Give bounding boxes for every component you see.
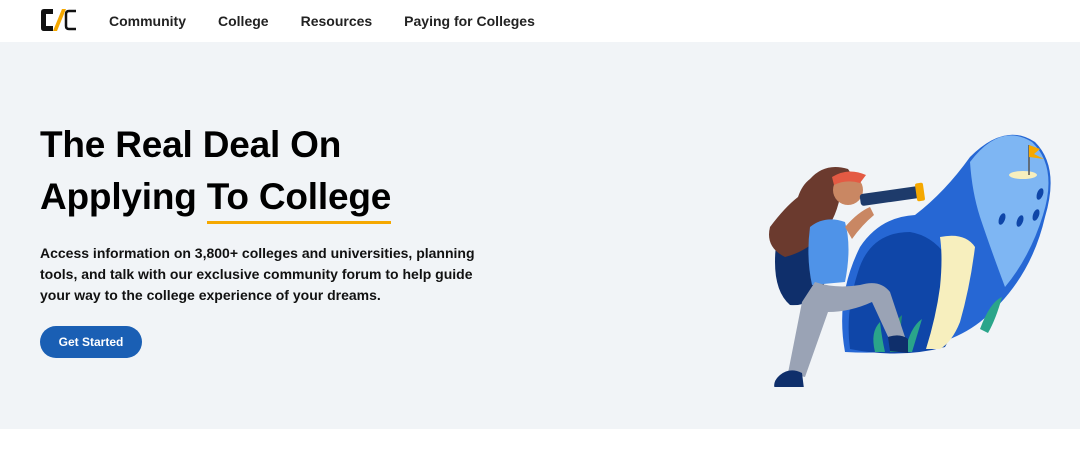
hero-section: The Real Deal On Applying To College Acc… xyxy=(0,42,1080,429)
nav-item-college[interactable]: College xyxy=(218,13,269,29)
headline-line-2: Applying To College xyxy=(40,171,392,224)
hero-description: Access information on 3,800+ colleges an… xyxy=(40,245,475,303)
headline-line-2-prefix: Applying xyxy=(40,176,207,217)
nav-item-community[interactable]: Community xyxy=(109,13,186,29)
top-navigation-bar: Community College Resources Paying for C… xyxy=(0,0,1080,42)
nav-menu: Community College Resources Paying for C… xyxy=(109,0,567,42)
explorer-with-telescope-illustration-icon xyxy=(769,134,1051,387)
headline-highlight: To College xyxy=(206,171,392,224)
headline-line-1: The Real Deal On xyxy=(40,124,342,165)
collegeconfidential-logo-icon[interactable] xyxy=(40,8,78,32)
nav-item-paying-for-colleges[interactable]: Paying for Colleges xyxy=(404,13,535,29)
nav-item-resources[interactable]: Resources xyxy=(301,13,373,29)
get-started-button[interactable]: Get Started xyxy=(40,326,142,358)
hero-headline: The Real Deal On Applying To College xyxy=(40,119,392,224)
